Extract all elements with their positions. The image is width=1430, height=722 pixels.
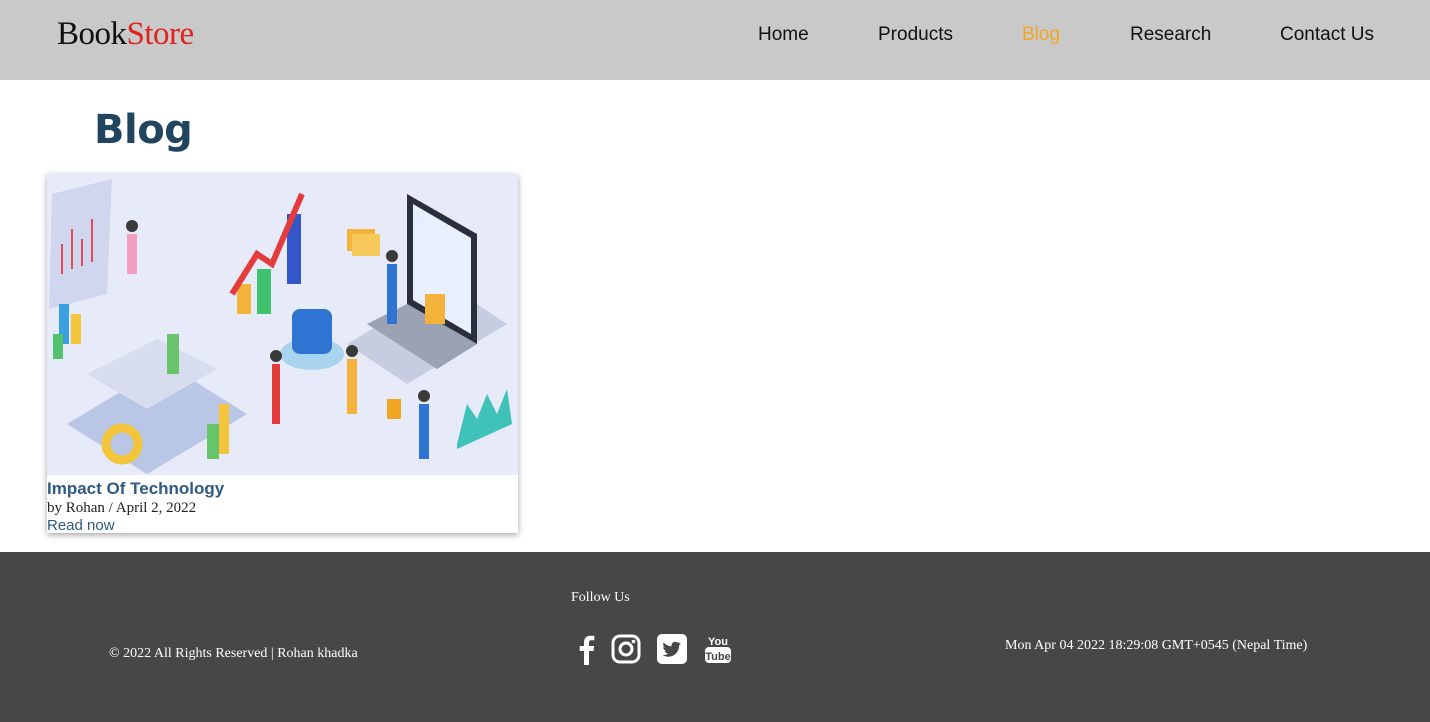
- nav-blog[interactable]: Blog: [1022, 24, 1060, 46]
- youtube-you-text: You: [708, 636, 728, 648]
- twitter-icon[interactable]: [655, 632, 689, 666]
- follow-us-label: Follow Us: [571, 590, 630, 605]
- instagram-icon[interactable]: [609, 632, 643, 666]
- blog-card-title[interactable]: Impact Of Technology: [47, 479, 224, 499]
- logo-text-book: Book: [57, 16, 127, 52]
- site-logo[interactable]: BookStore: [57, 14, 194, 54]
- youtube-icon[interactable]: You Tube: [701, 632, 735, 666]
- technology-illustration-icon: [47, 174, 518, 475]
- nav-contact-us[interactable]: Contact Us: [1280, 24, 1374, 46]
- page-title: Blog: [94, 107, 193, 153]
- logo-text-store: Store: [126, 16, 195, 52]
- nav-products[interactable]: Products: [878, 24, 953, 46]
- site-header: BookStore Home Products Blog Research Co…: [0, 0, 1430, 80]
- youtube-tube-text: Tube: [705, 651, 730, 663]
- current-datetime: Mon Apr 04 2022 18:29:08 GMT+0545 (Nepal…: [1005, 638, 1308, 653]
- blog-card-image[interactable]: [47, 174, 518, 475]
- nav-home[interactable]: Home: [758, 24, 809, 46]
- facebook-icon[interactable]: [570, 632, 604, 666]
- blog-card-meta: by Rohan / April 2, 2022: [47, 500, 197, 516]
- nav-research[interactable]: Research: [1130, 24, 1211, 46]
- copyright-text: © 2022 All Rights Reserved | Rohan khadk…: [109, 646, 358, 661]
- site-footer: © 2022 All Rights Reserved | Rohan khadk…: [0, 552, 1430, 722]
- read-now-link[interactable]: Read now: [47, 517, 115, 534]
- blog-card: Impact Of Technology by Rohan / April 2,…: [47, 174, 518, 534]
